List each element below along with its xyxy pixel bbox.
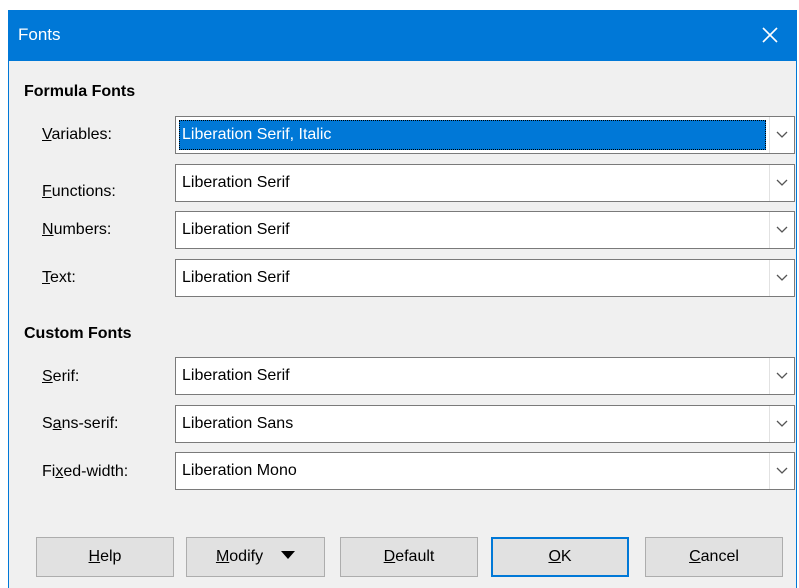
variables-font-value[interactable]: Liberation Serif, Italic	[179, 120, 766, 150]
chevron-down-icon	[776, 420, 788, 427]
help-button[interactable]: Help	[36, 537, 174, 577]
functions-label: Functions:	[42, 183, 116, 200]
variables-font-combo[interactable]: Liberation Serif, Italic	[175, 116, 795, 154]
chevron-down-icon	[776, 131, 788, 138]
title-bar: Fonts	[9, 10, 796, 61]
default-button-label: Default	[383, 548, 435, 565]
ok-button-label: OK	[548, 548, 572, 565]
sans-serif-label: Sans-serif:	[42, 415, 119, 432]
functions-font-combo[interactable]: Liberation Serif	[175, 164, 795, 202]
fixed-width-label: Fixed-width:	[42, 463, 129, 480]
numbers-dropdown-button[interactable]	[769, 212, 794, 248]
close-button[interactable]	[752, 17, 788, 53]
sans-serif-font-combo[interactable]: Liberation Sans	[175, 405, 795, 443]
caret-down-icon	[281, 550, 296, 559]
numbers-label: Numbers:	[42, 221, 112, 238]
serif-font-value[interactable]: Liberation Serif	[179, 361, 766, 391]
text-dropdown-button[interactable]	[769, 260, 794, 296]
close-icon	[762, 27, 778, 43]
fonts-dialog: Fonts Formula Fonts Variables: Liberatio…	[8, 10, 797, 588]
functions-dropdown-button[interactable]	[769, 165, 794, 201]
variables-dropdown-button[interactable]	[769, 117, 794, 153]
chevron-down-icon	[776, 179, 788, 186]
chevron-down-icon	[776, 372, 788, 379]
custom-fonts-heading: Custom Fonts	[24, 325, 132, 342]
sans-serif-font-value[interactable]: Liberation Sans	[179, 409, 766, 439]
numbers-font-combo[interactable]: Liberation Serif	[175, 211, 795, 249]
fixed-width-font-combo[interactable]: Liberation Mono	[175, 452, 795, 490]
default-button[interactable]: Default	[340, 537, 478, 577]
window-title: Fonts	[18, 25, 61, 44]
formula-fonts-heading: Formula Fonts	[24, 83, 136, 100]
variables-label: Variables:	[42, 126, 112, 143]
text-font-combo[interactable]: Liberation Serif	[175, 259, 795, 297]
chevron-down-icon	[776, 226, 788, 233]
chevron-down-icon	[776, 467, 788, 474]
serif-font-combo[interactable]: Liberation Serif	[175, 357, 795, 395]
modify-button[interactable]: Modify	[186, 537, 325, 577]
text-label: Text:	[42, 269, 76, 286]
chevron-down-icon	[776, 274, 788, 281]
functions-font-value[interactable]: Liberation Serif	[179, 168, 766, 198]
fixed-width-font-value[interactable]: Liberation Mono	[179, 456, 766, 486]
serif-label: Serif:	[42, 368, 80, 385]
text-font-value[interactable]: Liberation Serif	[179, 263, 766, 293]
help-button-label: Help	[88, 548, 122, 565]
serif-dropdown-button[interactable]	[769, 358, 794, 394]
ok-button[interactable]: OK	[491, 537, 629, 577]
numbers-font-value[interactable]: Liberation Serif	[179, 215, 766, 245]
modify-button-label: Modify	[215, 548, 264, 565]
fixed-width-dropdown-button[interactable]	[769, 453, 794, 489]
cancel-button-label: Cancel	[689, 548, 739, 565]
sans-serif-dropdown-button[interactable]	[769, 406, 794, 442]
cancel-button[interactable]: Cancel	[645, 537, 783, 577]
